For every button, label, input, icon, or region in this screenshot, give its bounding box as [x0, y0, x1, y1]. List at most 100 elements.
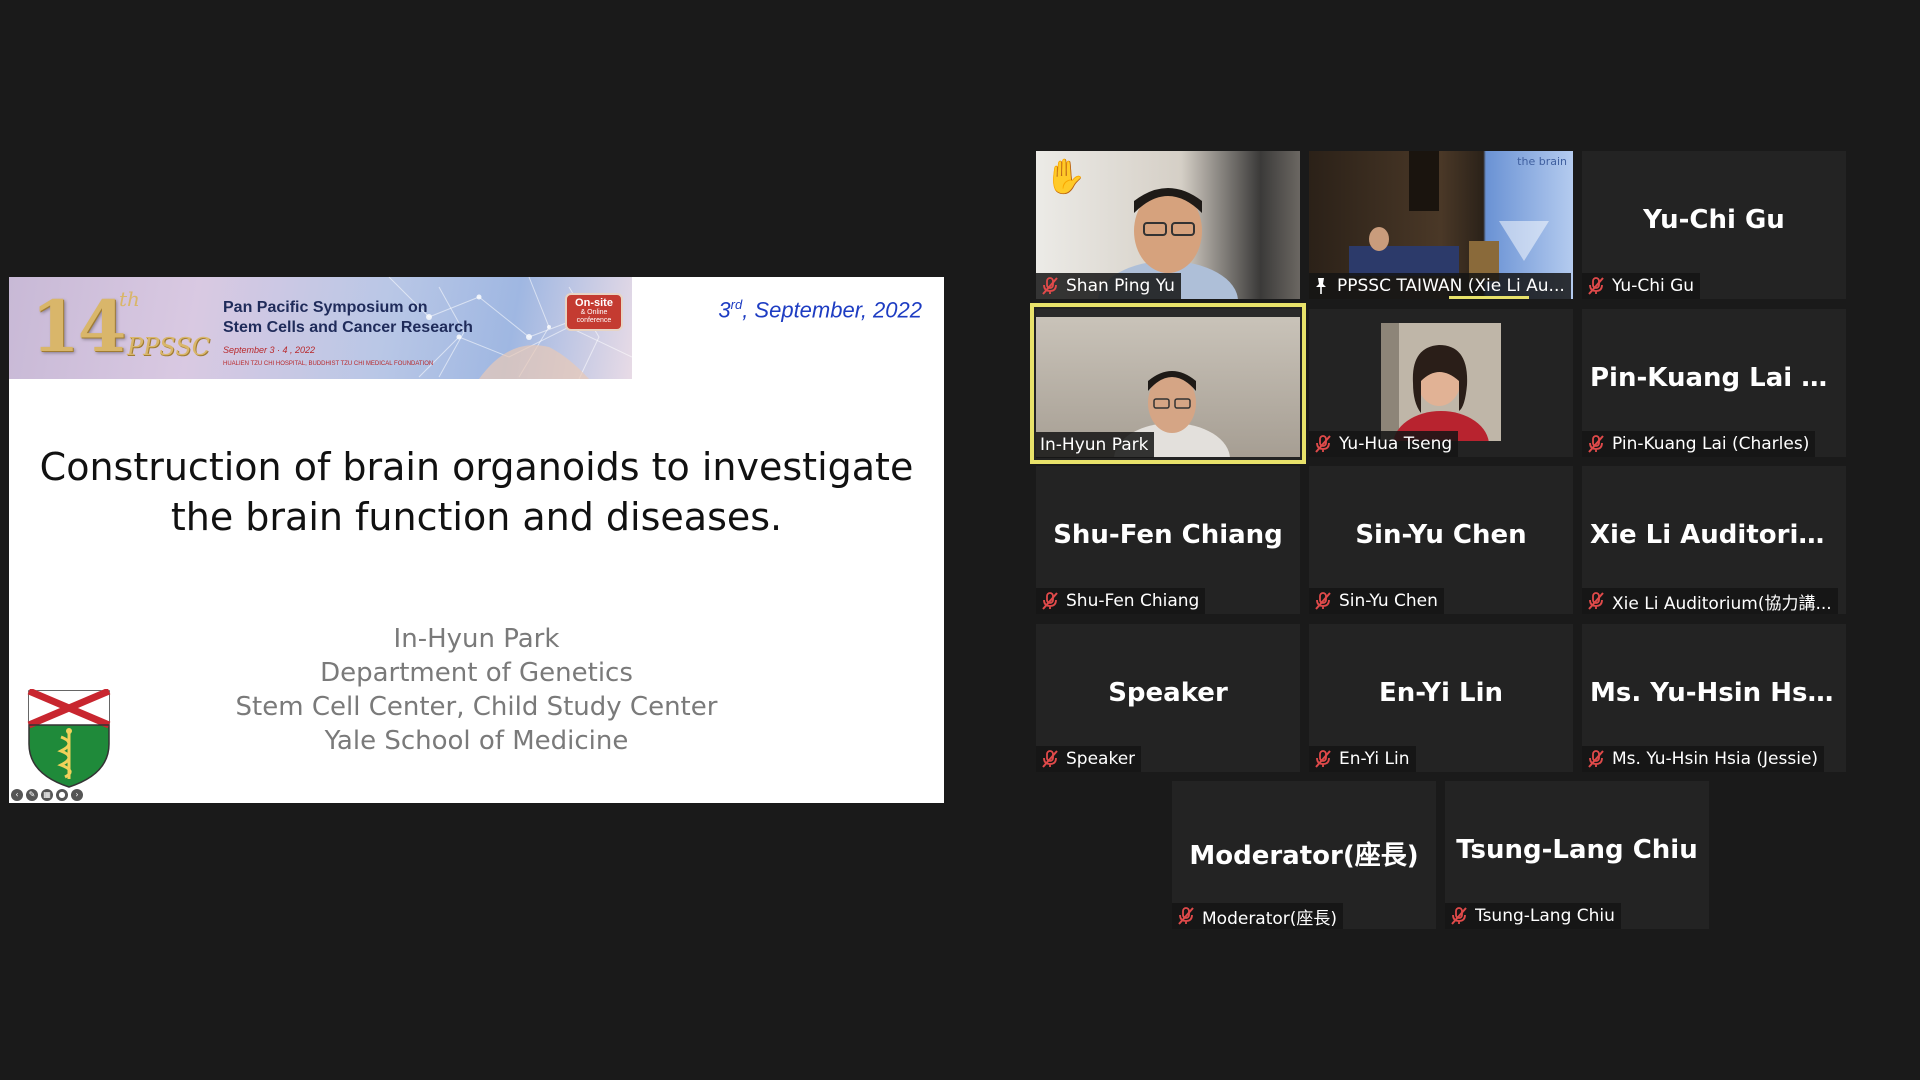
badge-main-text: On-site: [575, 297, 613, 309]
next-slide-icon[interactable]: ›: [71, 789, 83, 801]
participant-name: Sin-Yu Chen: [1339, 591, 1438, 611]
mic-muted-icon: [1451, 907, 1467, 925]
yale-medicine-shield-icon: [27, 689, 111, 788]
speaking-indicator: [1449, 296, 1529, 299]
date-rest: , September, 2022: [742, 297, 922, 323]
slide-nav-toolbar: ‹ ✎ ▦ ● ›: [11, 789, 83, 801]
participant-tile-active-speaker[interactable]: In-Hyun Park: [1030, 303, 1306, 464]
mic-muted-icon: [1588, 750, 1604, 768]
participant-name: Shan Ping Yu: [1066, 276, 1175, 296]
participant-name: En-Yi Lin: [1339, 749, 1410, 769]
participant-name-label: Tsung-Lang Chiu: [1445, 903, 1621, 929]
participant-tile[interactable]: Speaker Speaker: [1036, 624, 1300, 772]
slide-title-line2: the brain function and diseases.: [170, 495, 783, 539]
participant-name: Shu-Fen Chiang: [1066, 591, 1200, 611]
participant-name: Ms. Yu-Hsin Hsia (Jessie): [1612, 749, 1819, 769]
participant-tile[interactable]: Xie Li Auditoriu... Xie Li Auditorium(協力…: [1582, 466, 1846, 614]
participant-name-label: Speaker: [1036, 746, 1142, 772]
participant-name-label: In-Hyun Park: [1036, 432, 1155, 458]
participant-tile[interactable]: Moderator(座長) Moderator(座長): [1172, 781, 1436, 929]
participant-display-name: Yu-Chi Gu: [1643, 205, 1785, 235]
participant-display-name: Xie Li Auditoriu...: [1590, 520, 1846, 550]
mic-muted-icon: [1042, 592, 1058, 610]
mic-muted-icon: [1315, 435, 1331, 453]
slide-title: Construction of brain organoids to inves…: [9, 442, 944, 542]
slide-title-line1: Construction of brain organoids to inves…: [39, 445, 914, 489]
participant-tile[interactable]: ✋ Shan Ping Yu: [1036, 151, 1300, 299]
banner-organizer: HUALIEN TZU CHI HOSPITAL, BUDDHIST TZU C…: [223, 361, 434, 367]
participant-name-label: Sin-Yu Chen: [1309, 588, 1444, 614]
participant-display-name: Sin-Yu Chen: [1355, 520, 1527, 550]
author-department: Department of Genetics: [320, 658, 633, 688]
mic-muted-icon: [1588, 435, 1604, 453]
participant-tile[interactable]: Ms. Yu-Hsin Hsi... Ms. Yu-Hsin Hsia (Jes…: [1582, 624, 1846, 772]
badge-sub-text: & Online conference: [576, 309, 612, 324]
mic-muted-icon: [1042, 750, 1058, 768]
participant-name-label: Pin-Kuang Lai (Charles): [1582, 431, 1816, 457]
banner-number: 14: [31, 285, 126, 368]
author-name: In-Hyun Park: [393, 624, 560, 654]
banner-title-line1: Pan Pacific Symposium on: [223, 299, 428, 316]
author-center: Stem Cell Center, Child Study Center: [235, 692, 718, 722]
participant-tile[interactable]: the brain PPSSC TAIWAN (Xie Li Au...: [1309, 151, 1573, 299]
participant-tile[interactable]: En-Yi Lin En-Yi Lin: [1309, 624, 1573, 772]
participant-tile[interactable]: Tsung-Lang Chiu Tsung-Lang Chiu: [1445, 781, 1709, 929]
participant-tile[interactable]: Yu-Hua Tseng: [1309, 309, 1573, 457]
participant-name: Speaker: [1066, 749, 1136, 769]
mic-muted-icon: [1178, 907, 1194, 925]
pin-icon: [1316, 278, 1326, 294]
slides-grid-icon[interactable]: ▦: [41, 789, 53, 801]
participant-name-label: Shan Ping Yu: [1036, 273, 1181, 299]
participant-name: In-Hyun Park: [1040, 435, 1149, 455]
banner-dates: September 3 · 4 , 2022: [223, 345, 316, 355]
mic-muted-icon: [1315, 750, 1331, 768]
participant-display-name: En-Yi Lin: [1378, 678, 1504, 708]
participant-tile[interactable]: Yu-Chi Gu Yu-Chi Gu: [1582, 151, 1846, 299]
participant-tile[interactable]: Shu-Fen Chiang Shu-Fen Chiang: [1036, 466, 1300, 614]
conference-banner: 14 th PPSSC Pan Pacific Symposium on Ste…: [9, 277, 632, 379]
slide-author-block: In-Hyun Park Department of Genetics Stem…: [9, 622, 944, 758]
prev-slide-icon[interactable]: ‹: [11, 789, 23, 801]
participant-display-name: Speaker: [1108, 678, 1228, 708]
participant-name-label: Yu-Hua Tseng: [1309, 431, 1459, 457]
pen-icon[interactable]: ✎: [26, 789, 38, 801]
date-suffix: rd: [730, 297, 743, 312]
banner-number-suffix: th: [119, 287, 140, 311]
participant-name: PPSSC TAIWAN (Xie Li Au...: [1337, 276, 1565, 296]
participant-name: Yu-Hua Tseng: [1339, 434, 1453, 454]
date-day: 3: [718, 297, 731, 323]
zoom-icon[interactable]: ●: [56, 789, 68, 801]
mic-muted-icon: [1588, 277, 1604, 295]
video-overlay-text: the brain: [1517, 155, 1567, 168]
mic-muted-icon: [1315, 592, 1331, 610]
banner-brand: PPSSC: [127, 333, 211, 361]
participant-name: Xie Li Auditorium(協力講...: [1612, 593, 1832, 614]
participant-display-name: Ms. Yu-Hsin Hsi...: [1590, 678, 1846, 708]
participant-name-label: En-Yi Lin: [1309, 746, 1416, 772]
participant-video-frame: [1381, 323, 1501, 441]
onsite-badge: On-site & Online conference: [565, 293, 623, 331]
participant-name: Tsung-Lang Chiu: [1475, 906, 1615, 926]
participant-name: Pin-Kuang Lai (Charles): [1612, 434, 1810, 454]
raised-hand-icon: ✋: [1044, 157, 1087, 197]
participant-name-label: Ms. Yu-Hsin Hsia (Jessie): [1582, 746, 1825, 772]
participant-display-name: Tsung-Lang Chiu: [1456, 835, 1698, 865]
participant-name-label: Moderator(座長): [1172, 903, 1344, 929]
author-school: Yale School of Medicine: [324, 726, 629, 756]
shared-screen-slide: 14 th PPSSC Pan Pacific Symposium on Ste…: [9, 277, 944, 803]
participant-video: [1381, 323, 1501, 441]
participant-tile[interactable]: Pin-Kuang Lai (... Pin-Kuang Lai (Charle…: [1582, 309, 1846, 457]
participant-display-name: Shu-Fen Chiang: [1053, 520, 1283, 550]
participant-display-name: Pin-Kuang Lai (...: [1590, 363, 1843, 393]
participant-name-label: Shu-Fen Chiang: [1036, 588, 1206, 614]
mic-muted-icon: [1042, 277, 1058, 295]
mic-muted-icon: [1588, 592, 1604, 610]
participant-name: Moderator(座長): [1202, 908, 1338, 929]
participant-name: Yu-Chi Gu: [1612, 276, 1695, 296]
participant-tile[interactable]: Sin-Yu Chen Sin-Yu Chen: [1309, 466, 1573, 614]
banner-title-line2: Stem Cells and Cancer Research: [223, 319, 473, 336]
participant-display-name: Moderator(座長): [1189, 841, 1419, 871]
slide-date: 3rd, September, 2022: [718, 297, 922, 323]
participant-name-label: Xie Li Auditorium(協力講...: [1582, 588, 1838, 614]
participant-name-label: PPSSC TAIWAN (Xie Li Au...: [1309, 273, 1571, 299]
